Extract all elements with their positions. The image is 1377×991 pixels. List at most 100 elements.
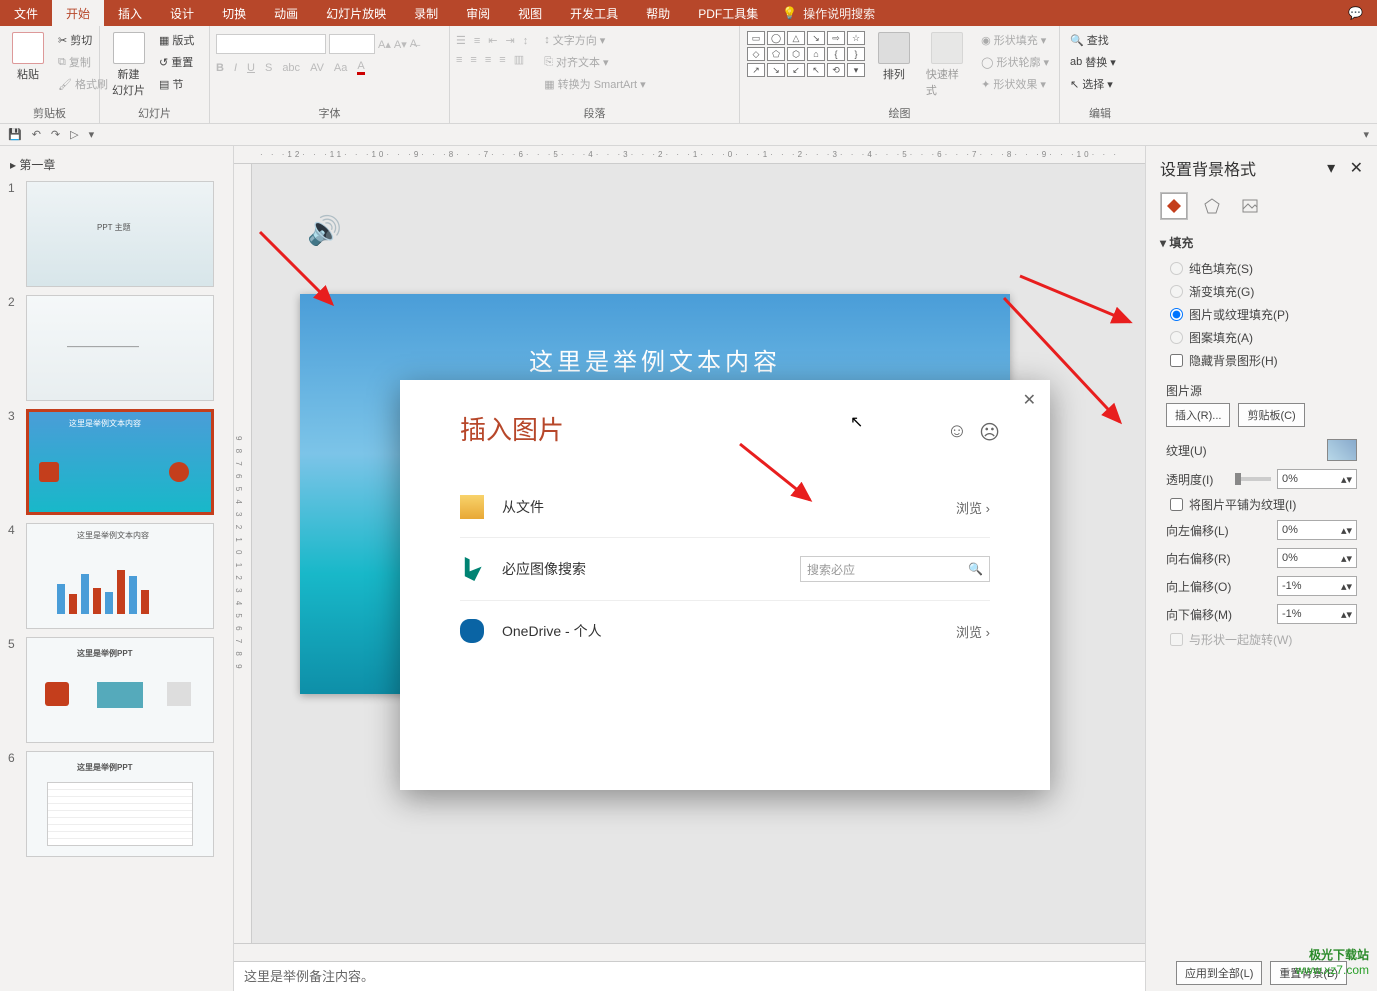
horizontal-scrollbar[interactable] (234, 943, 1145, 961)
offset-bottom-spinner[interactable]: -1%▴▾ (1277, 604, 1357, 624)
picture-tab-icon[interactable] (1236, 192, 1264, 220)
insert-image-button[interactable]: 插入(R)... (1166, 403, 1230, 427)
align-right-button[interactable]: ≡ (485, 54, 491, 66)
tab-pdf[interactable]: PDF工具集 (684, 0, 772, 26)
radio-picture-fill[interactable]: 图片或纹理填充(P) (1160, 303, 1363, 326)
smile-icon[interactable]: ☺ (947, 420, 967, 445)
shape-outline-button[interactable]: ◯形状轮廓 ▾ (977, 52, 1053, 72)
numbering-button[interactable]: ≡ (474, 35, 480, 47)
tab-home[interactable]: 开始 (52, 0, 104, 26)
text-direction-button[interactable]: ↕文字方向 ▾ (540, 30, 649, 50)
tab-help[interactable]: 帮助 (632, 0, 684, 26)
tab-transition[interactable]: 切换 (208, 0, 260, 26)
tell-me-search[interactable]: 💡 操作说明搜索 (772, 5, 875, 22)
check-hide-bg[interactable]: 隐藏背景图形(H) (1160, 349, 1363, 372)
start-slideshow-icon[interactable]: ▷ (70, 128, 78, 141)
reset-button[interactable]: ↺重置 (155, 52, 198, 72)
tab-animation[interactable]: 动画 (260, 0, 312, 26)
reset-background-button[interactable]: 重置背景(B) (1270, 961, 1347, 985)
tab-view[interactable]: 视图 (504, 0, 556, 26)
undo-icon[interactable]: ↶ (32, 128, 41, 141)
collapse-ribbon-icon[interactable]: ▾ (1363, 128, 1369, 141)
section-header[interactable]: ▸ 第一章 (0, 152, 233, 177)
radio-solid-fill[interactable]: 纯色填充(S) (1160, 257, 1363, 280)
shadow-button[interactable]: abc (282, 62, 300, 74)
redo-icon[interactable]: ↷ (51, 128, 60, 141)
offset-right-spinner[interactable]: 0%▴▾ (1277, 548, 1357, 568)
align-text-button[interactable]: ⎘对齐文本 ▾ (540, 52, 649, 72)
speaker-icon[interactable]: 🔊 (307, 214, 343, 250)
shapes-gallery[interactable]: ▭◯△↘⇨☆ ◇⬠⬡⌂{} ↗↘↙↖⟲▾ (746, 30, 868, 78)
paste-button[interactable]: 粘贴 (6, 30, 50, 84)
tab-design[interactable]: 设计 (156, 0, 208, 26)
offset-left-spinner[interactable]: 0%▴▾ (1277, 520, 1357, 540)
save-icon[interactable]: 💾 (8, 128, 22, 141)
tab-slideshow[interactable]: 幻灯片放映 (312, 0, 400, 26)
columns-button[interactable]: ▥ (514, 53, 524, 66)
texture-picker[interactable] (1327, 439, 1357, 461)
onedrive-row[interactable]: OneDrive - 个人 浏览 › (460, 601, 990, 661)
underline-button[interactable]: U (247, 62, 255, 74)
line-spacing-button[interactable]: ↕ (523, 35, 529, 47)
align-left-button[interactable]: ≡ (456, 54, 462, 66)
slide-thumb-6[interactable]: 这里是举例PPT (26, 751, 214, 857)
frown-icon[interactable]: ☹ (979, 420, 1000, 445)
slide-thumb-2[interactable]: ————————— (26, 295, 214, 401)
browse-onedrive-link[interactable]: 浏览 › (956, 622, 990, 641)
qat-more-icon[interactable]: ▾ (89, 128, 95, 141)
bold-button[interactable]: B (216, 62, 224, 74)
spacing-button[interactable]: AV (310, 62, 324, 74)
transparency-slider[interactable] (1235, 477, 1271, 481)
bing-search-input[interactable]: 搜索必应 🔍 (800, 556, 990, 582)
slide-thumbnails-panel[interactable]: ▸ 第一章 1 PPT 主题 2 ————————— 3 这里是举例文本内容 4… (0, 146, 234, 991)
bullets-button[interactable]: ☰ (456, 34, 466, 47)
fill-tab-icon[interactable] (1160, 192, 1188, 220)
check-tile[interactable]: 将图片平铺为纹理(I) (1160, 493, 1363, 516)
slide-thumb-4[interactable]: 这里是举例文本内容 (26, 523, 214, 629)
notes-pane[interactable]: 这里是举例备注内容。 (234, 961, 1145, 991)
decrease-font-icon[interactable]: A▾ (394, 38, 407, 51)
pane-options-icon[interactable]: ▾ (1327, 160, 1335, 177)
find-button[interactable]: 🔍查找 (1066, 30, 1120, 50)
tab-record[interactable]: 录制 (400, 0, 452, 26)
apply-to-all-button[interactable]: 应用到全部(L) (1176, 961, 1262, 985)
layout-button[interactable]: ▦版式 (155, 30, 198, 50)
arrange-button[interactable]: 排列 (872, 30, 916, 84)
font-size-select[interactable] (329, 34, 375, 54)
dialog-close-icon[interactable]: ✕ (1023, 390, 1036, 410)
case-button[interactable]: Aa (334, 62, 347, 74)
fill-section-header[interactable]: ▾ 填充 (1160, 234, 1363, 251)
indent-dec-button[interactable]: ⇤ (488, 34, 497, 47)
smartart-button[interactable]: ▦转换为 SmartArt ▾ (540, 74, 649, 94)
select-button[interactable]: ↖选择 ▾ (1066, 74, 1120, 94)
indent-inc-button[interactable]: ⇥ (506, 34, 515, 47)
slide-thumb-1[interactable]: PPT 主题 (26, 181, 214, 287)
section-button[interactable]: ▤节 (155, 74, 198, 94)
font-color-button[interactable]: A (357, 60, 364, 75)
browse-file-link[interactable]: 浏览 › (956, 498, 990, 517)
replace-button[interactable]: ab替换 ▾ (1066, 52, 1120, 72)
shape-effects-button[interactable]: ✦形状效果 ▾ (977, 74, 1053, 94)
align-center-button[interactable]: ≡ (470, 54, 476, 66)
offset-top-spinner[interactable]: -1%▴▾ (1277, 576, 1357, 596)
italic-button[interactable]: I (234, 62, 237, 74)
pane-close-icon[interactable]: ✕ (1350, 160, 1363, 177)
new-slide-button[interactable]: 新建 幻灯片 (106, 30, 151, 100)
slide-thumb-3[interactable]: 这里是举例文本内容 (26, 409, 214, 515)
tab-review[interactable]: 审阅 (452, 0, 504, 26)
justify-button[interactable]: ≡ (499, 54, 505, 66)
comments-icon[interactable]: 💬 (1334, 6, 1377, 20)
quick-styles-button[interactable]: 快速样式 (920, 30, 973, 100)
from-file-row[interactable]: 从文件 浏览 › (460, 477, 990, 538)
font-family-select[interactable] (216, 34, 326, 54)
clipboard-image-button[interactable]: 剪贴板(C) (1238, 403, 1304, 427)
clear-format-icon[interactable]: A̶ (410, 38, 417, 50)
tab-file[interactable]: 文件 (0, 0, 52, 26)
radio-gradient-fill[interactable]: 渐变填充(G) (1160, 280, 1363, 303)
tab-developer[interactable]: 开发工具 (556, 0, 632, 26)
tab-insert[interactable]: 插入 (104, 0, 156, 26)
radio-pattern-fill[interactable]: 图案填充(A) (1160, 326, 1363, 349)
increase-font-icon[interactable]: A▴ (378, 38, 391, 51)
effects-tab-icon[interactable] (1198, 192, 1226, 220)
transparency-spinner[interactable]: 0%▴▾ (1277, 469, 1357, 489)
